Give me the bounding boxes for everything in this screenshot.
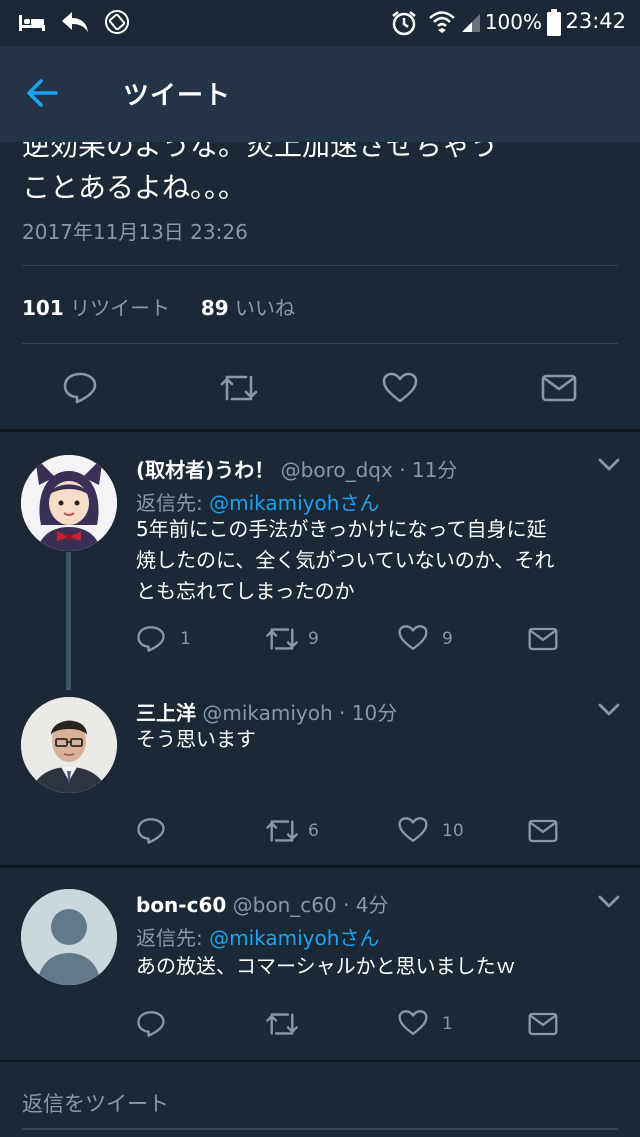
divider <box>22 265 618 266</box>
wifi-icon <box>429 11 455 33</box>
hotel-icon <box>19 15 45 31</box>
retweet-icon[interactable] <box>218 371 260 405</box>
battery-icon <box>547 9 561 36</box>
header-overlay: ツイート <box>0 46 640 142</box>
chevron-down-icon[interactable] <box>598 458 620 472</box>
reply-count: 1 <box>180 629 191 649</box>
like-action[interactable]: 1 <box>398 1009 478 1039</box>
reply-2-header: 三上洋 @mikamiyoh · 10分 <box>136 697 397 726</box>
text-line: そう思います <box>136 727 256 751</box>
reply-icon <box>137 626 165 652</box>
text-line: 5年前にこの手法がきっかけになって自身に延 <box>136 517 547 541</box>
retweet-action[interactable]: 9 <box>264 624 344 654</box>
retweet-icon <box>266 820 298 842</box>
reply-1-header: (取材者)うわ！ @boro_dqx · 11分 <box>136 454 457 483</box>
heart-icon <box>398 817 428 842</box>
chevron-down-icon[interactable] <box>598 895 620 909</box>
avatar[interactable] <box>21 697 117 793</box>
tweet-stats: 101 リツイート 89 いいね <box>22 292 295 321</box>
status-bar: 100% 23:42 <box>0 0 640 46</box>
avatar[interactable] <box>21 889 117 985</box>
text-line: 焼したのに、全く気がついていないのか、それ <box>136 548 555 572</box>
reply-input-placeholder[interactable]: 返信をツイート <box>22 1088 169 1118</box>
signal-icon <box>462 14 480 32</box>
like-count: 1 <box>442 1014 453 1034</box>
handle[interactable]: @mikamiyoh <box>202 701 332 725</box>
reply-icon <box>137 1011 165 1037</box>
divider <box>22 343 618 344</box>
timestamp: · 4分 <box>343 893 389 917</box>
reply-to-label: 返信先: <box>136 926 203 950</box>
reply-3-header: bon-c60 @bon_c60 · 4分 <box>136 889 389 918</box>
retweet-action[interactable] <box>264 1009 344 1039</box>
message-icon[interactable] <box>528 1012 558 1036</box>
display-name[interactable]: 三上洋 <box>136 701 196 725</box>
message-icon[interactable] <box>541 374 577 402</box>
battery-percent: 100% <box>484 10 542 34</box>
reply-to-line: 返信先: @mikamiyohさん <box>136 922 379 951</box>
reply-3-text: あの放送、コマーシャルかと思いましたｗ <box>136 951 616 982</box>
handle[interactable]: @bon_c60 <box>233 893 337 917</box>
message-icon[interactable] <box>528 627 558 651</box>
text-line: とも忘れてしまったのか <box>136 579 355 603</box>
mention-link[interactable]: @mikamiyohさん <box>209 491 379 515</box>
reply-2-text: そう思います <box>136 724 616 755</box>
text-line: あの放送、コマーシャルかと思いましたｗ <box>136 954 516 978</box>
avatar-illustration-icon <box>21 455 117 551</box>
message-icon[interactable] <box>528 819 558 843</box>
reply-to-line: 返信先: @mikamiyohさん <box>136 487 379 516</box>
avatar-photo-icon <box>21 697 117 793</box>
input-underline <box>22 1128 618 1130</box>
reply-action[interactable] <box>136 816 216 846</box>
section-separator <box>0 865 640 868</box>
retweet-count: 6 <box>308 821 319 841</box>
reply-action[interactable] <box>136 1009 216 1039</box>
rotate-icon <box>105 10 129 34</box>
reply-compose-bar[interactable]: 返信をツイート <box>0 1060 640 1137</box>
retweet-icon <box>266 628 298 650</box>
alarm-icon <box>392 11 416 36</box>
back-arrow-icon[interactable] <box>26 76 60 110</box>
reply-icon[interactable] <box>62 371 98 405</box>
reply-to-label: 返信先: <box>136 491 203 515</box>
retweet-count[interactable]: 101 <box>22 296 64 320</box>
like-count: 9 <box>442 629 453 649</box>
heart-icon[interactable] <box>382 372 418 404</box>
like-action[interactable]: 10 <box>398 816 478 846</box>
retweet-label[interactable]: リツイート <box>70 296 170 320</box>
handle[interactable]: @boro_dqx <box>281 458 393 482</box>
heart-icon <box>398 625 428 650</box>
reply-1-text: 5年前にこの手法がきっかけになって自身に延 焼したのに、全く気がついていないのか… <box>136 514 616 607</box>
like-action[interactable]: 9 <box>398 624 478 654</box>
avatar[interactable] <box>21 455 117 551</box>
section-separator <box>0 429 640 432</box>
like-count[interactable]: 89 <box>201 296 229 320</box>
reply-action[interactable]: 1 <box>136 624 216 654</box>
reply-arrow-icon <box>62 12 88 32</box>
reply-icon <box>137 818 165 844</box>
tweet-timestamp[interactable]: 2017年11月13日 23:26 <box>22 216 248 245</box>
timestamp: · 11分 <box>399 458 458 482</box>
heart-icon <box>398 1010 428 1035</box>
like-count: 10 <box>442 821 464 841</box>
chevron-down-icon[interactable] <box>598 703 620 717</box>
retweet-icon <box>266 1013 298 1035</box>
retweet-count: 9 <box>308 629 319 649</box>
thread-connector <box>66 552 71 690</box>
header-title: ツイート <box>123 81 232 111</box>
default-avatar-icon <box>21 889 117 985</box>
mention-link[interactable]: @mikamiyohさん <box>209 926 379 950</box>
display-name[interactable]: bon-c60 <box>136 893 226 917</box>
like-label[interactable]: いいね <box>235 296 295 320</box>
tweet-text-line-2: ことあるよね。。。 <box>22 171 247 204</box>
retweet-action[interactable]: 6 <box>264 816 344 846</box>
display-name[interactable]: (取材者)うわ！ <box>136 458 274 482</box>
timestamp: · 10分 <box>339 701 398 725</box>
clock: 23:42 <box>565 9 626 33</box>
